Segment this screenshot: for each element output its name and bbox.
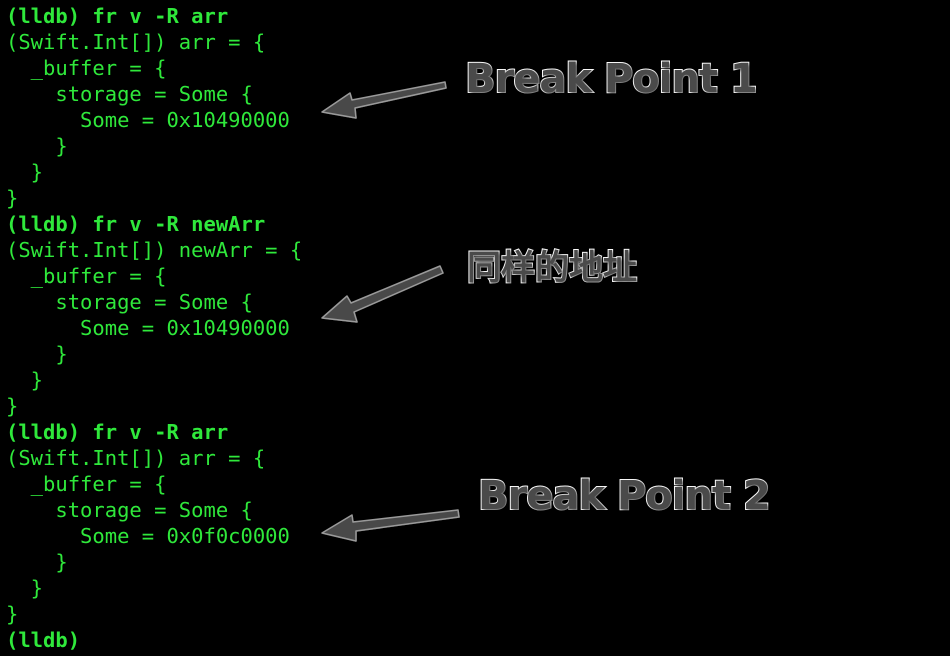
terminal-output-line: } (6, 550, 68, 574)
arrow-to-address-1 (321, 81, 447, 119)
terminal-output-line: (Swift.Int[]) newArr = { (6, 238, 303, 262)
terminal-output-line: Some = 0x0f0c0000 (6, 524, 290, 548)
terminal-output-line: } (6, 160, 44, 184)
terminal-output-line: _buffer = { (6, 264, 167, 288)
same-address-label: 同样的地址 (466, 247, 638, 289)
terminal-output-line: (Swift.Int[]) arr = { (6, 30, 266, 54)
arrow-to-address-2 (321, 265, 444, 323)
terminal-output-line: storage = Some { (6, 290, 253, 314)
terminal-output-line: Some = 0x10490000 (6, 108, 290, 132)
break-point-1-label: Break Point 1 (464, 55, 759, 103)
terminal-output-line: storage = Some { (6, 498, 253, 522)
break-point-2-label: Break Point 2 (477, 472, 772, 520)
lldb-command-line: (lldb) fr v -R newArr (6, 212, 266, 236)
lldb-command-line: (lldb) (6, 628, 81, 652)
terminal-output-line: } (6, 394, 19, 418)
terminal-output-line: storage = Some { (6, 82, 253, 106)
terminal-output-line: _buffer = { (6, 472, 167, 496)
terminal-output-line: _buffer = { (6, 56, 167, 80)
lldb-command-line: (lldb) fr v -R arr (6, 4, 229, 28)
terminal-output-line: Some = 0x10490000 (6, 316, 290, 340)
terminal-output-line: (Swift.Int[]) arr = { (6, 446, 266, 470)
terminal-output[interactable]: (lldb) fr v -R arr (Swift.Int[]) arr = { … (6, 3, 302, 653)
lldb-command-line: (lldb) fr v -R arr (6, 420, 229, 444)
terminal-output-line: } (6, 576, 44, 600)
terminal-output-line: } (6, 186, 19, 210)
terminal-output-line: } (6, 134, 68, 158)
arrow-to-address-3 (321, 509, 460, 542)
terminal-output-line: } (6, 602, 19, 626)
terminal-output-line: } (6, 342, 68, 366)
terminal-output-line: } (6, 368, 44, 392)
